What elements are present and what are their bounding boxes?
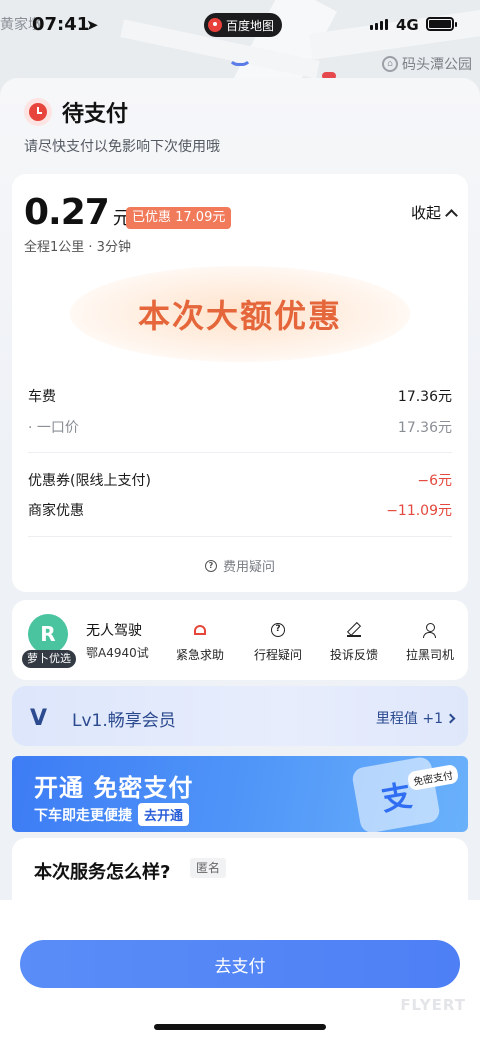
anonymous-badge: 匿名	[190, 858, 227, 878]
action-label: 拉黑司机	[406, 648, 455, 662]
fee-question-link[interactable]: ? 费用疑问	[12, 556, 468, 575]
trip-question-button[interactable]: ? 行程疑问	[254, 622, 302, 663]
order-header: 待支付 请尽快支付以免影响下次使用哦	[24, 96, 220, 156]
divider	[28, 536, 452, 537]
block-user-icon	[422, 622, 438, 638]
network-type: 4G	[396, 16, 419, 34]
fare-card: 0.27 元 已优惠 17.09元 收起 全程1公里 · 3分钟 本次大额优惠 …	[12, 174, 468, 592]
question-icon: ?	[270, 622, 286, 638]
member-points-label: 里程值 +1	[375, 711, 443, 727]
rating-title: 本次服务怎么样?	[34, 862, 171, 883]
emergency-help-button[interactable]: 紧急求助	[176, 622, 224, 663]
watermark: FLYERT	[400, 996, 466, 1014]
banner-subtitle: 下车即走更便捷	[34, 807, 132, 824]
page-subtitle: 请尽快支付以免影响下次使用哦	[24, 139, 220, 155]
price-amount: 0.27	[24, 192, 110, 233]
discount-badge: 已优惠 17.09元	[126, 207, 232, 229]
fee-value: 17.36元	[397, 420, 452, 436]
fee-label: · 一口价	[28, 420, 79, 436]
activate-button[interactable]: 去开通	[138, 803, 190, 826]
collapse-button[interactable]: 收起	[410, 202, 458, 223]
vehicle-plate: 鄂A4940试	[86, 646, 149, 660]
map-poi-label: 码头潭公园	[402, 57, 472, 73]
location-arrow-icon: ➤	[86, 16, 99, 34]
promo-banner: 本次大额优惠	[70, 266, 410, 362]
signal-icon	[370, 19, 388, 30]
password-free-pay-banner[interactable]: 开通 免密支付 下车即走更便捷 去开通 支 免密支付	[12, 756, 468, 832]
fee-label: 优惠券(限线上支付)	[28, 473, 151, 489]
fee-label: 车费	[28, 389, 56, 405]
action-label: 紧急求助	[176, 648, 225, 662]
fee-row-merchant-discount: 商家优惠 −11.09元	[28, 500, 452, 520]
complaint-button[interactable]: 投诉反馈	[330, 622, 378, 663]
back-to-app-pill[interactable]: 百度地图	[204, 13, 283, 37]
fee-value: −11.09元	[386, 503, 452, 519]
promo-text: 本次大额优惠	[137, 297, 342, 335]
fee-row-coupon: 优惠券(限线上支付) −6元	[28, 470, 452, 490]
alarm-icon	[192, 622, 208, 638]
back-to-app-label: 百度地图	[226, 18, 275, 33]
divider	[28, 452, 452, 453]
membership-card[interactable]: V Lv1.畅享会员 里程值 +1	[12, 686, 468, 746]
poi-icon: ⌂	[382, 56, 398, 72]
status-bar: 07:41 ➤ 百度地图 4G	[0, 0, 480, 50]
map-poi[interactable]: ⌂ 码头潭公园	[382, 54, 472, 74]
pay-button[interactable]: 去支付	[20, 940, 460, 988]
price: 0.27 元	[24, 192, 131, 233]
brand-logo: R	[28, 614, 68, 654]
trip-info: 全程1公里 · 3分钟	[24, 240, 131, 255]
map-pin-icon	[208, 18, 222, 32]
driver-card: R 萝卜优选 无人驾驶 鄂A4940试 紧急求助 ? 行程疑问 投诉反馈 拉黑司…	[12, 600, 468, 680]
banner-title: 开通 免密支付	[34, 774, 194, 802]
pen-icon	[346, 622, 362, 638]
member-level: Lv1.畅享会员	[72, 711, 176, 731]
chevron-up-icon	[445, 208, 458, 222]
alipay-icon: 支	[350, 756, 442, 832]
driver-name: 无人驾驶	[86, 623, 142, 639]
clock-icon	[24, 98, 52, 126]
member-logo-icon: V	[30, 706, 48, 731]
fee-value: 17.36元	[397, 389, 452, 405]
chevron-right-icon	[445, 713, 456, 723]
fee-value: −6元	[417, 473, 452, 489]
collapse-label: 收起	[410, 204, 441, 222]
banner-subtitle-row: 下车即走更便捷 去开通	[34, 803, 190, 826]
brand-tag: 萝卜优选	[22, 650, 76, 668]
battery-icon	[426, 17, 457, 31]
member-points[interactable]: 里程值 +1	[375, 708, 456, 728]
fee-row-fare: 车费 17.36元	[28, 386, 452, 406]
question-icon: ?	[204, 559, 217, 572]
action-label: 投诉反馈	[330, 648, 379, 662]
fee-question-label: 费用疑问	[222, 560, 275, 575]
block-driver-button[interactable]: 拉黑司机	[406, 622, 454, 663]
status-time: 07:41	[32, 14, 90, 35]
fee-row-fixed-price: · 一口价 17.36元	[28, 417, 452, 437]
fee-label: 商家优惠	[28, 503, 84, 519]
page-title: 待支付	[62, 102, 129, 127]
action-label: 行程疑问	[254, 648, 303, 662]
home-indicator[interactable]	[154, 1024, 326, 1030]
